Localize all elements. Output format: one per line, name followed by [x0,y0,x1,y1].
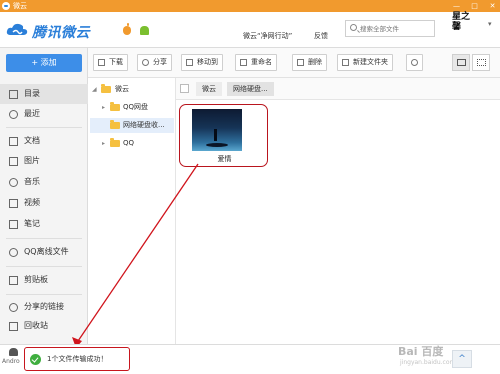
transfer-success-toast: 1个文件传输成功！ [24,347,130,371]
expanded-arrow-icon[interactable]: ◢ [92,82,97,97]
minimize-icon[interactable]: — [452,0,461,12]
tree-item-qq-netdisk[interactable]: ▸ QQ网盘 [90,100,174,115]
maximize-icon[interactable]: □ [470,0,479,12]
breadcrumb-item-root[interactable]: 微云 [196,82,222,96]
sidebar-item-notes[interactable]: 笔记 [0,214,88,234]
sidebar-item-pictures[interactable]: 图片 [0,151,88,171]
grid-view-icon [477,59,486,66]
sidebar-divider [6,294,82,295]
android-icon[interactable] [140,26,149,35]
share-icon [142,59,149,66]
cloud-logo-icon [6,23,28,35]
sidebar-item-directory[interactable]: 目录 [0,84,88,104]
rename-button[interactable]: 重命名 [235,54,277,71]
android-download[interactable]: Andro [2,347,26,373]
new-folder-button[interactable]: 新建文件夹 [337,54,393,71]
window-title: 微云 [13,2,27,10]
sidebar-item-recent[interactable]: 最近 [0,104,88,124]
sidebar-item-documents[interactable]: 文档 [0,131,88,151]
close-icon[interactable]: ✕ [488,0,497,12]
user-menu-chevron-icon[interactable]: ▾ [488,20,492,28]
app-logo-text: 腾讯微云 [32,25,90,41]
refresh-button[interactable] [406,54,423,71]
search-box[interactable] [345,20,435,37]
clipboard-icon [9,276,18,285]
folder-icon [110,138,120,147]
folder-icon [101,84,111,93]
sidebar-divider [6,266,82,267]
campaign-link[interactable]: 微云“净网行动” [243,31,292,41]
breadcrumb: 微云 网络硬盘... [176,78,500,100]
search-input[interactable] [360,23,432,34]
sidebar: + 添加 目录 最近 文档 图片 音乐 视频 笔记 QQ离线文件 剪贴板 分享的 [0,48,88,344]
move-to-button[interactable]: 移动到 [181,54,223,71]
feedback-link[interactable]: 反馈 [314,31,328,41]
rename-icon [240,59,247,66]
download-icon [98,59,105,66]
android-icon [9,348,18,356]
new-folder-icon [342,59,349,66]
folder-tree: ◢ 微云 ▸ QQ网盘 网络硬盘收... ▸ QQ [88,78,176,344]
sidebar-item-music[interactable]: 音乐 [0,172,88,192]
tree-item-qq[interactable]: ▸ QQ [90,136,174,151]
toolbar: 下载 分享 移动到 重命名 删除 新建文件夹 [88,48,500,78]
tree-item-root[interactable]: ◢ 微云 [90,82,174,97]
apple-icon[interactable] [123,23,131,35]
collapsed-arrow-icon[interactable]: ▸ [102,100,105,115]
list-view-icon [457,59,466,66]
sidebar-item-shared-links[interactable]: 分享的链接 [0,297,88,317]
sidebar-item-recycle-bin[interactable]: 回收站 [0,316,88,336]
picture-icon [9,157,18,166]
trash-icon [9,322,18,331]
sidebar-item-qq-offline[interactable]: QQ离线文件 [0,242,88,262]
clock-icon [9,110,18,119]
weiyun-app-icon [2,2,10,10]
share-button[interactable]: 分享 [137,54,172,71]
baidu-watermark: Bai 百度 jingyan.baidu.com [398,345,456,366]
sidebar-divider [6,127,82,128]
select-all-checkbox[interactable] [180,84,189,93]
search-icon[interactable] [350,24,357,31]
sidebar-item-video[interactable]: 视频 [0,193,88,213]
video-icon [9,199,18,208]
download-button[interactable]: 下载 [93,54,128,71]
move-icon [186,59,193,66]
collapsed-arrow-icon[interactable]: ▸ [102,136,105,151]
tree-item-network-disk[interactable]: 网络硬盘收... [90,118,174,133]
file-name: 爱情 [217,155,232,163]
share-link-icon [9,303,18,312]
delete-button[interactable]: 删除 [292,54,327,71]
add-button[interactable]: + 添加 [6,54,82,72]
folder-icon [110,120,120,129]
toast-message: 1个文件传输成功！ [47,355,108,363]
document-icon [9,137,18,146]
user-signature-avatar[interactable]: 星之 馨 [452,12,482,36]
refresh-icon [411,59,418,66]
sidebar-divider [6,238,82,239]
title-bar: 微云 — □ ✕ [0,0,500,12]
directory-icon [9,90,18,99]
success-check-icon [30,354,41,365]
qq-icon [9,248,18,257]
grid-view-button[interactable] [472,54,490,71]
window-controls: — □ ✕ [452,0,497,12]
music-icon [9,178,18,187]
folder-icon [110,102,120,111]
breadcrumb-item-current[interactable]: 网络硬盘... [227,82,274,96]
file-item[interactable]: 爱情 [179,104,268,167]
expand-panel-chevron-up-icon[interactable]: ^ [452,350,472,368]
trash-icon [297,59,304,66]
image-thumbnail[interactable] [192,109,242,151]
note-icon [9,220,18,229]
list-view-button[interactable] [452,54,470,71]
sidebar-item-clipboard[interactable]: 剪贴板 [0,270,88,290]
